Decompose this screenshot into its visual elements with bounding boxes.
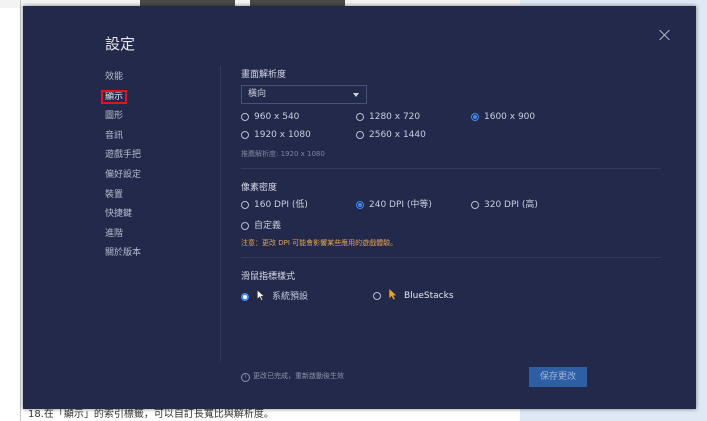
- radio-icon: [241, 201, 249, 209]
- restart-note: i 更改已完成，重新啟動後生效: [241, 371, 344, 382]
- settings-dialog: 設定 效能 顯示 圖形 音訊 遊戲手把 偏好設定 裝置 快捷鍵 進階 關於版本 …: [23, 6, 696, 409]
- dpi-option-320[interactable]: 320 DPI (高): [471, 197, 538, 210]
- option-label: BlueStacks: [404, 291, 454, 301]
- resolution-option-960[interactable]: 960 x 540: [241, 112, 299, 122]
- bluestacks-cursor-icon: [389, 289, 397, 300]
- section-divider: [241, 168, 661, 169]
- sidebar-item-label: 圖形: [105, 111, 124, 122]
- sidebar-item-device[interactable]: 裝置: [105, 186, 141, 206]
- radio-icon: [373, 292, 381, 300]
- sidebar-item-graphics[interactable]: 圖形: [105, 107, 141, 127]
- dpi-section-title: 像素密度: [241, 183, 278, 193]
- dialog-title: 設定: [105, 35, 136, 53]
- resolution-option-2560[interactable]: 2560 x 1440: [356, 130, 426, 140]
- info-icon: i: [241, 373, 250, 382]
- sidebar-divider: [220, 66, 221, 361]
- sidebar-item-label: 音訊: [105, 130, 124, 141]
- option-label: 自定義: [254, 221, 282, 231]
- option-label: 1600 x 900: [484, 112, 536, 122]
- save-changes-button[interactable]: 保存更改: [529, 367, 587, 387]
- option-label: 系統預設: [272, 292, 309, 302]
- dpi-warning: 注意：更改 DPI 可能會影響某些應用的遊戲體驗。: [241, 239, 398, 247]
- resolution-option-1600[interactable]: 1600 x 900: [471, 112, 535, 122]
- sidebar-item-label: 偏好設定: [105, 169, 142, 180]
- sidebar-item-label: 效能: [105, 72, 124, 82]
- sidebar-item-advanced[interactable]: 進階: [105, 225, 141, 245]
- sidebar-item-preferences[interactable]: 偏好設定: [105, 166, 141, 186]
- section-divider: [241, 257, 661, 258]
- sidebar-item-about[interactable]: 關於版本: [105, 244, 141, 264]
- sidebar-item-shortcuts[interactable]: 快捷鍵: [105, 205, 141, 225]
- system-cursor-icon: [257, 290, 265, 301]
- dpi-option-160[interactable]: 160 DPI (低): [241, 197, 308, 210]
- close-icon[interactable]: [657, 28, 673, 44]
- sidebar-item-display[interactable]: 顯示: [100, 88, 141, 108]
- radio-icon: [241, 131, 249, 139]
- cursor-option-system[interactable]: 系統預設: [241, 289, 308, 302]
- radio-icon: [356, 113, 364, 121]
- sidebar-item-gamepad[interactable]: 遊戲手把: [105, 146, 141, 166]
- restart-note-text: 更改已完成，重新啟動後生效: [253, 372, 344, 380]
- option-label: 320 DPI (高): [484, 200, 538, 210]
- resolution-option-1920[interactable]: 1920 x 1080: [241, 130, 311, 140]
- cursor-option-bluestacks[interactable]: BlueStacks: [373, 289, 454, 301]
- option-label: 160 DPI (低): [254, 200, 308, 210]
- option-label: 240 DPI (中等): [369, 200, 432, 210]
- radio-selected-icon: [241, 293, 249, 301]
- sidebar-item-label: 關於版本: [105, 248, 142, 259]
- radio-icon: [241, 113, 249, 121]
- orientation-select[interactable]: 橫向: [241, 85, 367, 104]
- sidebar-item-label: 進階: [105, 228, 124, 239]
- orientation-select-value: 橫向: [248, 89, 267, 99]
- dpi-option-custom[interactable]: 自定義: [241, 218, 281, 231]
- radio-selected-icon: [356, 201, 364, 209]
- sidebar-item-label: 快捷鍵: [105, 209, 133, 220]
- option-label: 960 x 540: [254, 112, 300, 122]
- radio-selected-icon: [471, 113, 479, 121]
- option-label: 1920 x 1080: [254, 130, 311, 140]
- dpi-option-240[interactable]: 240 DPI (中等): [356, 197, 432, 210]
- recommended-resolution-hint: 推薦解析度: 1920 x 1080: [241, 150, 325, 158]
- sidebar-item-label: 遊戲手把: [105, 150, 142, 161]
- sidebar-item-label: 裝置: [105, 189, 124, 200]
- option-label: 1280 x 720: [369, 112, 421, 122]
- radio-icon: [356, 131, 364, 139]
- chevron-down-icon: [353, 93, 359, 97]
- settings-sidebar: 效能 顯示 圖形 音訊 遊戲手把 偏好設定 裝置 快捷鍵 進階 關於版本: [100, 68, 141, 264]
- sidebar-item-audio[interactable]: 音訊: [105, 127, 141, 147]
- sidebar-item-performance[interactable]: 效能: [105, 68, 141, 88]
- background-margin-line: [20, 0, 21, 421]
- resolution-option-1280[interactable]: 1280 x 720: [356, 112, 420, 122]
- sidebar-item-label: 顯示: [100, 89, 128, 104]
- resolution-section-title: 畫面解析度: [241, 70, 287, 80]
- radio-icon: [241, 222, 249, 230]
- option-label: 2560 x 1440: [369, 130, 426, 140]
- cursor-section-title: 滑鼠指標樣式: [241, 272, 296, 282]
- radio-icon: [471, 201, 479, 209]
